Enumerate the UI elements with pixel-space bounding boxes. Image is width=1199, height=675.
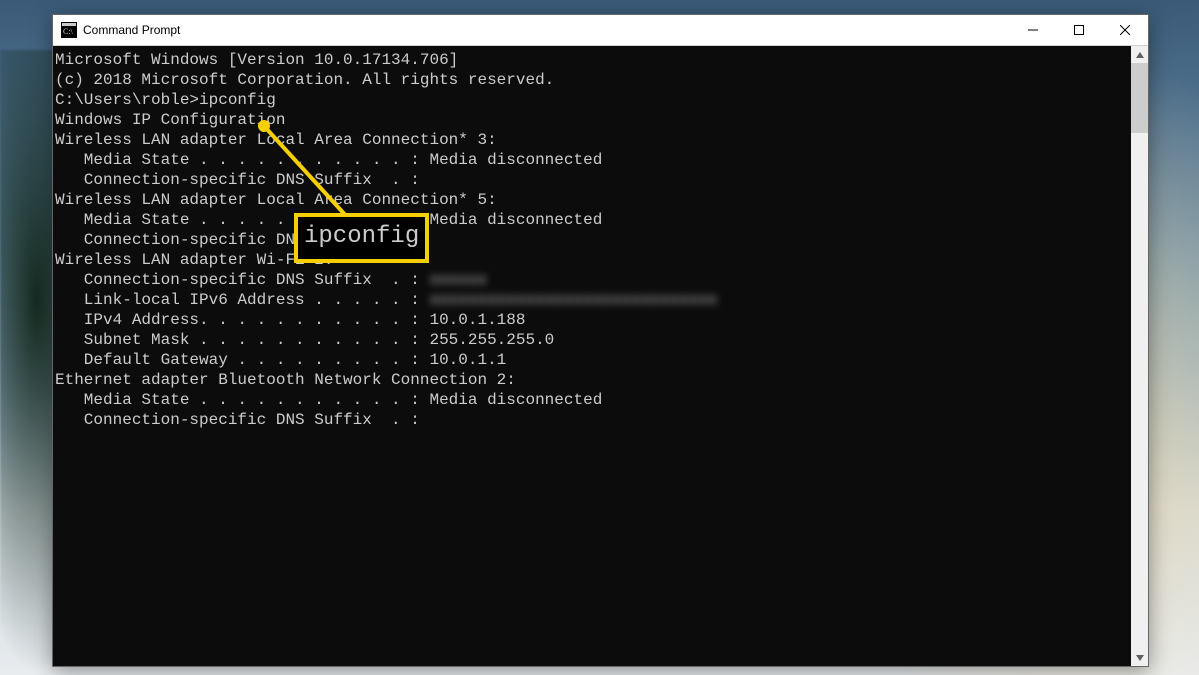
terminal-line: C:\Users\roble>ipconfig — [55, 90, 1131, 110]
command-prompt-window: C:\ Command Prompt Microsoft Windows [Ve… — [52, 14, 1149, 667]
terminal-output[interactable]: Microsoft Windows [Version 10.0.17134.70… — [53, 46, 1131, 666]
desktop-background: C:\ Command Prompt Microsoft Windows [Ve… — [0, 0, 1199, 675]
cmd-icon: C:\ — [61, 22, 77, 38]
terminal-line: Link-local IPv6 Address . . . . . : xxxx… — [55, 290, 1131, 310]
window-title: Command Prompt — [83, 23, 180, 37]
titlebar[interactable]: C:\ Command Prompt — [53, 15, 1148, 46]
close-button[interactable] — [1102, 15, 1148, 45]
annotation-label: ipconfig — [294, 213, 429, 263]
terminal-line: Connection-specific DNS Suffix . : — [55, 230, 1131, 250]
terminal-line: IPv4 Address. . . . . . . . . . . : 10.0… — [55, 310, 1131, 330]
terminal-line: Windows IP Configuration — [55, 110, 1131, 130]
scrollbar-thumb[interactable] — [1131, 63, 1148, 133]
svg-text:C:\: C:\ — [63, 27, 74, 36]
scroll-up-button[interactable] — [1131, 46, 1148, 63]
terminal-line: Media State . . . . . . . . . . . : Medi… — [55, 390, 1131, 410]
terminal-line: Microsoft Windows [Version 10.0.17134.70… — [55, 50, 1131, 70]
scroll-down-button[interactable] — [1131, 649, 1148, 666]
scrollbar-track[interactable] — [1131, 63, 1148, 649]
terminal-line: Subnet Mask . . . . . . . . . . . : 255.… — [55, 330, 1131, 350]
terminal-line: Default Gateway . . . . . . . . . : 10.0… — [55, 350, 1131, 370]
terminal-line: Wireless LAN adapter Local Area Connecti… — [55, 130, 1131, 150]
terminal-line: Media State . . . . . . . . . . . : Medi… — [55, 210, 1131, 230]
terminal-line: (c) 2018 Microsoft Corporation. All righ… — [55, 70, 1131, 90]
terminal-line: Wireless LAN adapter Wi-Fi 2: — [55, 250, 1131, 270]
scrollbar[interactable] — [1131, 46, 1148, 666]
terminal-line: Connection-specific DNS Suffix . : — [55, 410, 1131, 430]
terminal-line: Ethernet adapter Bluetooth Network Conne… — [55, 370, 1131, 390]
terminal-line: Connection-specific DNS Suffix . : — [55, 170, 1131, 190]
terminal-line: Connection-specific DNS Suffix . : xxxxx… — [55, 270, 1131, 290]
terminal-line: Media State . . . . . . . . . . . : Medi… — [55, 150, 1131, 170]
maximize-button[interactable] — [1056, 15, 1102, 45]
terminal-line: Wireless LAN adapter Local Area Connecti… — [55, 190, 1131, 210]
minimize-button[interactable] — [1010, 15, 1056, 45]
